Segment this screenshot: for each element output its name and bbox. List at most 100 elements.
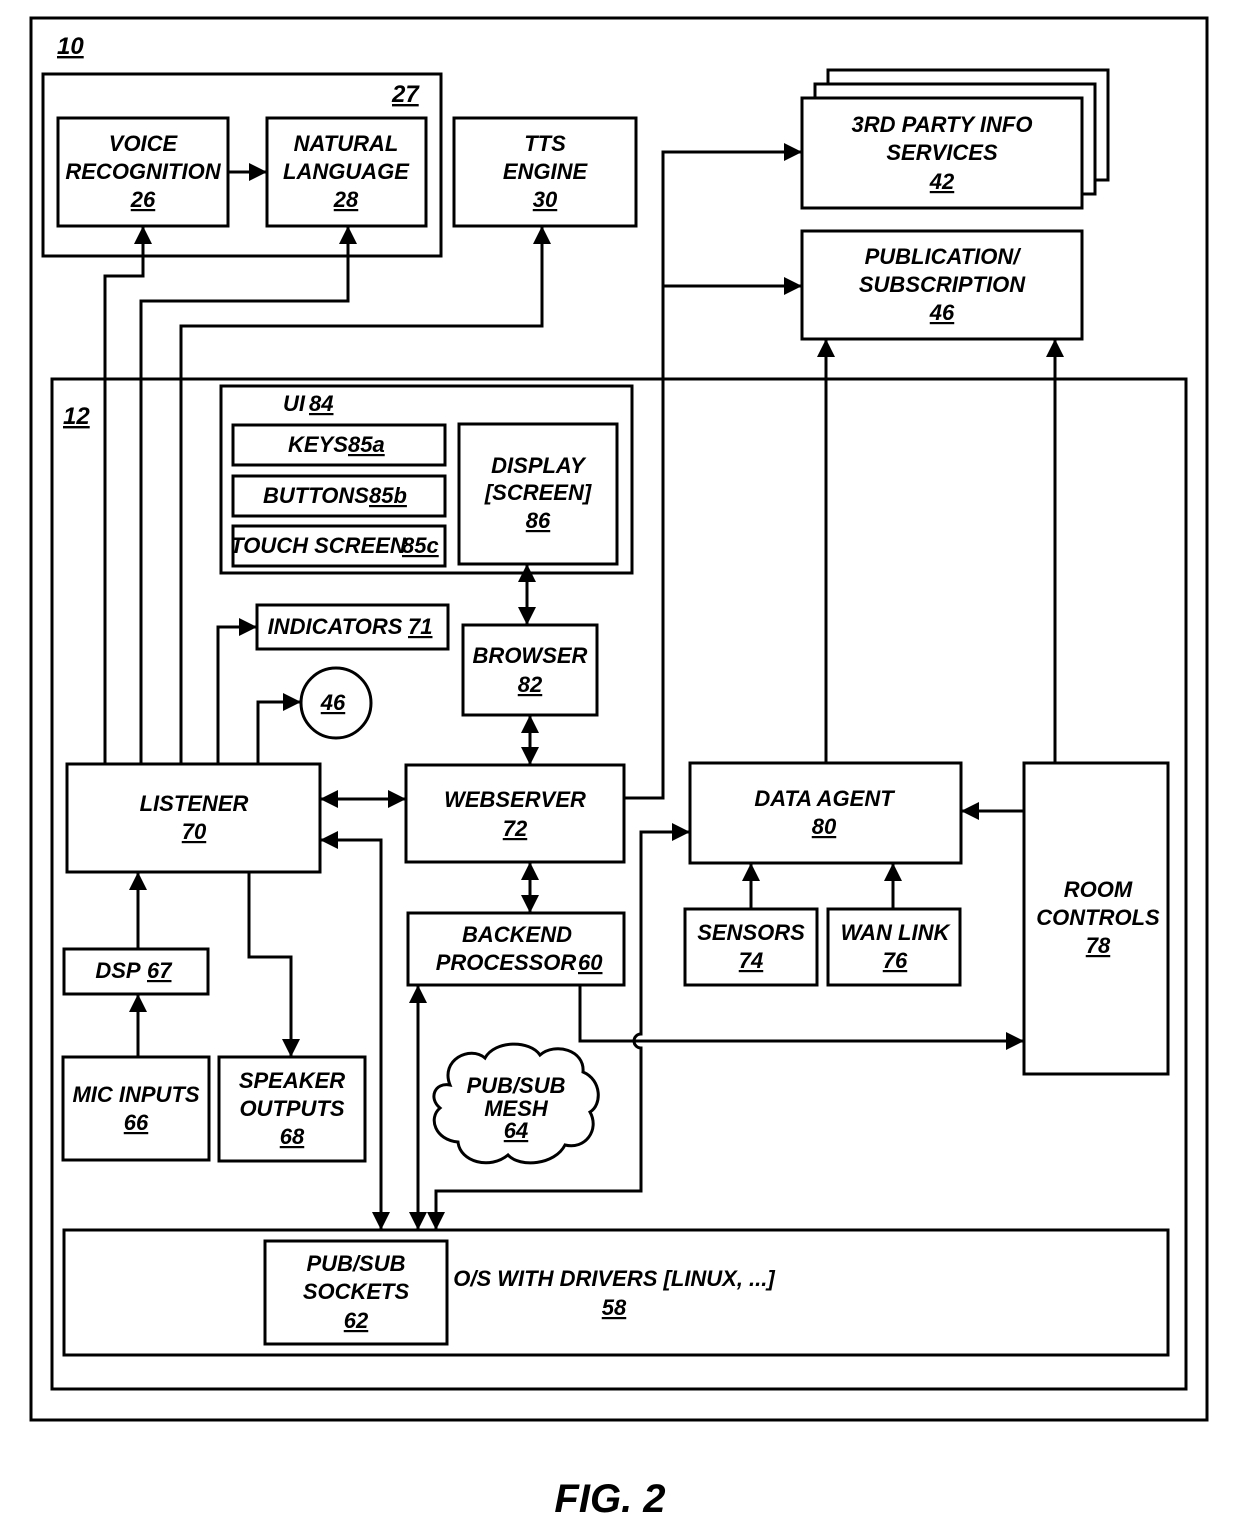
svg-text:67: 67 <box>147 958 173 983</box>
pubsub-mesh-cloud: PUB/SUB MESH 64 <box>432 1042 600 1165</box>
os-drivers-block: O/S WITH DRIVERS [LINUX, ...] 58 <box>62 1228 1170 1357</box>
svg-text:MIC INPUTS: MIC INPUTS <box>72 1082 199 1107</box>
wire-webserver-to-3rdparty <box>624 143 802 800</box>
tts-engine-block: TTS ENGINE 30 <box>452 116 638 228</box>
wire-listener-to-speaker <box>247 872 300 1057</box>
sensors-block: SENSORS 74 <box>683 907 819 987</box>
dsp-block: DSP 67 <box>62 947 210 996</box>
svg-text:TTS: TTS <box>524 131 566 156</box>
touch-screen-block: TOUCH SCREEN 85c <box>230 524 447 568</box>
figure-caption: FIG. 2 <box>554 1477 665 1521</box>
listener-block: LISTENER 70 <box>65 762 322 874</box>
display-block: DISPLAY [SCREEN] 86 <box>457 422 619 566</box>
keys-block: KEYS 85a <box>231 423 447 467</box>
system-frame-10 <box>29 16 1209 1422</box>
svg-text:62: 62 <box>344 1308 369 1333</box>
ui-ref: 84 <box>309 391 333 416</box>
svg-text:OUTPUTS: OUTPUTS <box>239 1096 344 1121</box>
svg-text:SUBSCRIPTION: SUBSCRIPTION <box>859 272 1026 297</box>
svg-text:82: 82 <box>518 672 543 697</box>
fig2-block-diagram: 10 27 12 VOICE RECOGNITION 26 NATURAL LA… <box>29 16 1209 1521</box>
voice-recognition-block: VOICE RECOGNITION 26 <box>56 116 230 228</box>
svg-text:WAN LINK: WAN LINK <box>841 920 952 945</box>
svg-text:SOCKETS: SOCKETS <box>303 1279 410 1304</box>
svg-text:3RD PARTY INFO: 3RD PARTY INFO <box>852 112 1033 137</box>
svg-text:85c: 85c <box>402 533 439 558</box>
svg-text:85b: 85b <box>369 483 407 508</box>
svg-text:TOUCH SCREEN: TOUCH SCREEN <box>230 533 407 558</box>
svg-text:68: 68 <box>280 1124 305 1149</box>
wire-backend-to-room <box>578 985 1024 1050</box>
natural-language-block: NATURAL LANGUAGE 28 <box>265 116 428 228</box>
pubsub-sockets-block: PUB/SUB SOCKETS 62 <box>263 1239 449 1346</box>
svg-text:DATA AGENT: DATA AGENT <box>754 786 895 811</box>
system-ref: 10 <box>57 33 84 60</box>
svg-text:42: 42 <box>929 169 955 194</box>
svg-text:BROWSER: BROWSER <box>473 643 588 668</box>
svg-text:30: 30 <box>533 187 558 212</box>
svg-text:PUBLICATION/: PUBLICATION/ <box>865 244 1023 269</box>
buttons-block: BUTTONS 85b <box>231 474 447 518</box>
third-party-info-services-stack: 3RD PARTY INFO SERVICES 42 <box>800 68 1110 210</box>
wire-listener-to-indicators <box>216 618 257 764</box>
svg-text:74: 74 <box>739 948 763 973</box>
svg-text:46: 46 <box>320 690 346 715</box>
browser-block: BROWSER 82 <box>461 623 599 717</box>
svg-text:72: 72 <box>503 816 528 841</box>
svg-text:58: 58 <box>602 1295 627 1320</box>
svg-text:CONTROLS: CONTROLS <box>1036 905 1160 930</box>
svg-text:28: 28 <box>333 187 359 212</box>
publication-subscription-block: PUBLICATION/ SUBSCRIPTION 46 <box>800 229 1084 341</box>
svg-text:PROCESSOR: PROCESSOR <box>436 950 577 975</box>
device-ref: 12 <box>63 403 90 430</box>
svg-text:INDICATORS: INDICATORS <box>268 614 403 639</box>
svg-text:NATURAL: NATURAL <box>294 131 399 156</box>
svg-text:WEBSERVER: WEBSERVER <box>444 787 586 812</box>
svg-text:60: 60 <box>578 950 603 975</box>
svg-text:ROOM: ROOM <box>1064 877 1133 902</box>
data-agent-block: DATA AGENT 80 <box>688 761 963 865</box>
svg-text:LISTENER: LISTENER <box>140 791 249 816</box>
svg-text:46: 46 <box>929 300 955 325</box>
svg-text:[SCREEN]: [SCREEN] <box>484 480 592 505</box>
webserver-block: WEBSERVER 72 <box>404 763 626 864</box>
wire-listener-to-voice <box>103 226 152 764</box>
svg-text:66: 66 <box>124 1110 149 1135</box>
svg-text:70: 70 <box>182 819 207 844</box>
svg-text:71: 71 <box>408 614 432 639</box>
speech-group-ref: 27 <box>391 81 420 108</box>
svg-text:SPEAKER: SPEAKER <box>239 1068 345 1093</box>
speaker-outputs-block: SPEAKER OUTPUTS 68 <box>217 1055 367 1163</box>
mic-inputs-block: MIC INPUTS 66 <box>61 1055 211 1162</box>
svg-text:76: 76 <box>883 948 908 973</box>
svg-text:78: 78 <box>1086 933 1111 958</box>
svg-text:VOICE: VOICE <box>109 131 179 156</box>
ui-label: UI <box>283 391 306 416</box>
svg-text:BUTTONS: BUTTONS <box>263 483 369 508</box>
svg-text:DSP: DSP <box>95 958 141 983</box>
wire-listener-to-46 <box>256 693 301 764</box>
svg-text:80: 80 <box>812 814 837 839</box>
pubsub-ref-circle-46: 46 <box>299 666 373 740</box>
wire-sockets-to-dataagent <box>427 823 690 1230</box>
svg-text:KEYS: KEYS <box>288 432 348 457</box>
svg-text:ENGINE: ENGINE <box>503 159 589 184</box>
svg-text:SERVICES: SERVICES <box>886 140 998 165</box>
svg-text:64: 64 <box>504 1118 528 1143</box>
svg-text:85a: 85a <box>348 432 385 457</box>
indicators-block: INDICATORS 71 <box>255 603 450 651</box>
svg-text:86: 86 <box>526 508 551 533</box>
svg-text:LANGUAGE: LANGUAGE <box>283 159 410 184</box>
wire-sockets-listener <box>320 831 390 1230</box>
svg-text:O/S WITH DRIVERS [LINUX, ...]: O/S WITH DRIVERS [LINUX, ...] <box>453 1266 775 1291</box>
svg-text:PUB/SUB: PUB/SUB <box>306 1251 405 1276</box>
wan-link-block: WAN LINK 76 <box>826 907 962 987</box>
svg-text:26: 26 <box>130 187 156 212</box>
svg-text:DISPLAY: DISPLAY <box>491 453 587 478</box>
svg-text:SENSORS: SENSORS <box>697 920 805 945</box>
backend-processor-block: BACKEND PROCESSOR 60 <box>406 911 626 987</box>
svg-text:BACKEND: BACKEND <box>462 922 572 947</box>
room-controls-block: ROOM CONTROLS 78 <box>1022 761 1170 1076</box>
svg-text:PUB/SUB: PUB/SUB <box>466 1073 565 1098</box>
svg-text:RECOGNITION: RECOGNITION <box>65 159 221 184</box>
